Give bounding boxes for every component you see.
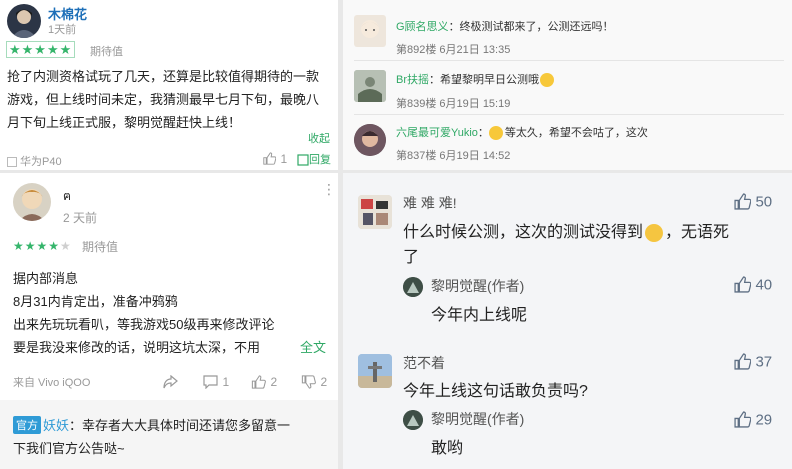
forum-text: 等太久，希望不会咕了，这次 xyxy=(504,127,648,139)
thumbs-up-icon xyxy=(734,193,751,210)
avatar[interactable] xyxy=(354,70,386,102)
official-reply-line1: ：幸存者大大具体时间还请您多留意一 xyxy=(69,418,291,433)
forum-meta: 第892楼 6月21日 13:35 xyxy=(396,44,511,56)
comment-list: 难 难 难! 50 什么时候公测，这次的测试没得到 ，无语死 了 黎明觉醒(作者)… xyxy=(343,173,792,469)
like-count: 1 xyxy=(280,151,288,166)
review-card-1: 木棉花 1天前 ★★★★★ 期待值 抢了内测资格试玩了几天，还算是比较值得期待的… xyxy=(0,0,338,170)
comment-text-part: 什么时候公测，这次的测试没得到 xyxy=(403,224,644,241)
post-time: 1天前 xyxy=(48,24,77,36)
more-options-icon[interactable]: ⋮ xyxy=(322,182,336,196)
thumbs-up-icon xyxy=(734,411,751,428)
thumbs-up-icon xyxy=(734,276,751,293)
dislike-count: 2 xyxy=(320,374,328,389)
review-text-line: 出来先玩玩看叭，等我游戏50级再来修改评论 xyxy=(13,317,275,332)
dislike-button[interactable]: 2 xyxy=(301,373,327,391)
reply-icon xyxy=(297,154,309,166)
avatar[interactable] xyxy=(358,195,392,229)
forum-user[interactable]: Br扶摇 xyxy=(396,74,429,86)
like-button[interactable]: 2 xyxy=(251,373,277,391)
comment-like-button[interactable]: 50 xyxy=(734,193,772,211)
official-reply-text: 妖妖：幸存者大大具体时间还请您多留意一 xyxy=(43,415,290,434)
review-card-2: ฅ 2 天前 ⋮ ★★★★★ 期待值 据内部消息 8月31内肯定出，准备冲鸦鸦 … xyxy=(0,173,338,469)
divider xyxy=(354,60,784,61)
like-count: 37 xyxy=(755,353,773,371)
device-label: 来自 Vivo iQOO xyxy=(13,377,91,389)
forum-post-text: 六尾最可爱Yukio： 等太久，希望不会咕了，这次 xyxy=(396,126,648,141)
like-count: 40 xyxy=(755,276,773,294)
review-text-line: 抢了内测资格试玩了几天，还算是比较值得期待的一款 xyxy=(7,69,320,84)
review-text-line: 月下旬上线正式服，黎明觉醒赶快上线！ xyxy=(7,115,242,130)
author-avatar[interactable] xyxy=(403,410,423,430)
comment-user[interactable]: 难 难 难! xyxy=(403,193,457,213)
phone-icon xyxy=(7,157,17,168)
forum-meta: 第837楼 6月19日 14:52 xyxy=(396,150,511,162)
share-icon xyxy=(163,374,178,388)
divider xyxy=(354,114,784,115)
reply-text: 敢哟 xyxy=(431,440,464,457)
forum-user[interactable]: 六尾最可爱Yukio xyxy=(396,127,478,139)
avatar[interactable] xyxy=(358,354,392,388)
rating-stars: ★★★★★ xyxy=(13,239,72,253)
forum-text: ：希望黎明早日公测哦 xyxy=(429,74,539,86)
reply-user[interactable]: 黎明觉醒(作者) xyxy=(431,276,524,296)
forum-meta: 第839楼 6月19日 15:19 xyxy=(396,98,511,110)
comment-text-line2: 了 xyxy=(403,249,420,266)
thumbs-up-icon xyxy=(734,353,751,370)
thumbs-up-icon xyxy=(251,375,266,389)
forum-text: ：终极测试都来了，公测还远吗！ xyxy=(448,21,614,33)
author-avatar[interactable] xyxy=(403,277,423,297)
avatar[interactable] xyxy=(354,15,386,47)
rating-label: 期待值 xyxy=(82,240,119,254)
comment-icon xyxy=(203,375,218,389)
avatar[interactable] xyxy=(13,183,51,221)
official-reply-line2: 下我们官方公告哒~ xyxy=(13,441,125,456)
forum-replies: G顾名思义：终极测试都来了，公测还远吗！ 第892楼 6月21日 13:35 B… xyxy=(343,0,792,170)
review-text-line: 游戏，但上线时间未定，我猜测最早七月下旬，最晚八 xyxy=(7,92,320,107)
avatar[interactable] xyxy=(7,4,41,38)
emoji-icon xyxy=(488,126,503,141)
emoji-icon xyxy=(645,223,664,242)
rating-label: 期待值 xyxy=(90,46,123,58)
avatar[interactable] xyxy=(354,124,386,156)
device-label: 华为P40 xyxy=(7,153,62,169)
reply-text: 今年内上线呢 xyxy=(431,307,528,324)
share-button[interactable] xyxy=(163,373,178,391)
username[interactable]: ฅ xyxy=(63,187,71,206)
expand-full-text[interactable]: 全文 xyxy=(298,337,327,356)
like-count: 29 xyxy=(755,411,773,429)
review-text-line: 要是我没来修改的话，说明这坑太深，不用 xyxy=(13,340,261,355)
forum-post-text: G顾名思义：终极测试都来了，公测还远吗！ xyxy=(396,18,614,34)
review-text-line: 据内部消息 xyxy=(13,271,79,286)
thumbs-up-icon xyxy=(263,152,276,165)
like-count: 2 xyxy=(270,374,278,389)
thumbs-down-icon xyxy=(301,375,316,389)
reply-label: 回复 xyxy=(309,154,331,166)
forum-post-text: Br扶摇：希望黎明早日公测哦 xyxy=(396,71,554,88)
comment-like-button[interactable]: 37 xyxy=(734,353,772,371)
comment-button[interactable]: 1 xyxy=(203,373,229,391)
official-reply xyxy=(0,400,338,469)
post-time: 2 天前 xyxy=(63,211,98,225)
forum-user[interactable]: G顾名思义 xyxy=(396,21,449,33)
device-name: 华为P40 xyxy=(20,156,62,168)
reply-user[interactable]: 黎明觉醒(作者) xyxy=(431,409,524,429)
official-badge: 官方 xyxy=(13,416,41,434)
comment-like-button[interactable]: 40 xyxy=(734,276,772,294)
reply-button[interactable]: 回复 xyxy=(297,151,331,167)
collapse-link[interactable]: 收起 xyxy=(308,130,330,146)
comment-text: 什么时候公测，这次的测试没得到 ，无语死 xyxy=(403,218,729,242)
comment-user[interactable]: 范不着 xyxy=(403,353,445,373)
rating-stars: ★★★★★ xyxy=(6,41,76,58)
like-button[interactable]: 1 xyxy=(263,150,287,168)
comment-count: 1 xyxy=(222,374,230,389)
like-count: 50 xyxy=(755,193,773,211)
comment-like-button[interactable]: 29 xyxy=(734,411,772,429)
comment-text: 今年上线这句话敢负责吗? xyxy=(403,383,588,400)
emoji-icon xyxy=(540,73,554,88)
review-text-line: 8月31内肯定出，准备冲鸦鸦 xyxy=(13,294,178,309)
comment-text-part: ，无语死 xyxy=(665,224,730,241)
official-name[interactable]: 妖妖 xyxy=(43,418,69,433)
